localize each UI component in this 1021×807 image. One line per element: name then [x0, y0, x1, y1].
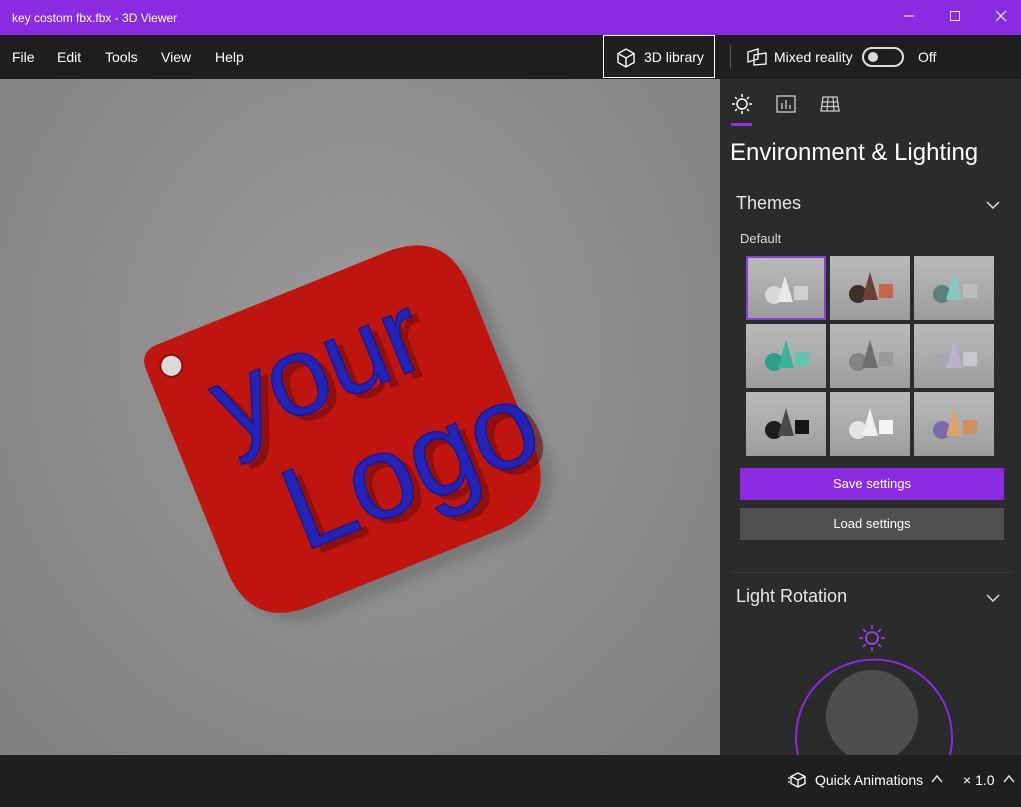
theme-thumbnail[interactable]	[830, 256, 910, 320]
theme-preview-image	[765, 408, 809, 439]
3d-library-button[interactable]: 3D library	[603, 35, 715, 78]
mixed-reality-state: Off	[918, 49, 937, 65]
save-settings-button[interactable]: Save settings	[740, 468, 1004, 500]
theme-thumbnail[interactable]	[914, 392, 994, 456]
light-rotation-sphere	[826, 670, 918, 755]
chevron-up-icon[interactable]	[1002, 773, 1016, 785]
themes-section-title[interactable]: Themes	[736, 193, 801, 214]
close-icon	[995, 10, 1007, 22]
theme-thumbnail[interactable]	[914, 256, 994, 320]
toggle-knob	[868, 52, 878, 62]
load-settings-button[interactable]: Load settings	[740, 508, 1004, 540]
settings-panel: Environment & Lighting Themes Default Sa…	[720, 79, 1021, 755]
3d-viewport[interactable]: your Logo your Logo	[0, 79, 720, 755]
theme-preview-image	[765, 276, 808, 304]
status-bar: Quick Animations × 1.0	[0, 755, 1021, 807]
maximize-icon	[950, 11, 960, 21]
light-rotation-section-title[interactable]: Light Rotation	[736, 586, 847, 607]
chevron-up-icon[interactable]	[930, 773, 944, 785]
active-tab-indicator	[731, 123, 752, 126]
theme-preview-image	[933, 340, 977, 371]
menu-help[interactable]: Help	[215, 49, 244, 65]
3d-library-label: 3D library	[644, 49, 704, 65]
theme-thumbnail[interactable]	[746, 392, 826, 456]
panel-title: Environment & Lighting	[730, 139, 979, 166]
mixed-reality-label: Mixed reality	[774, 49, 853, 65]
grid-tab-icon[interactable]	[819, 93, 841, 115]
mixed-reality-icon	[747, 48, 767, 66]
keychain-model: your Logo your Logo	[144, 245, 565, 622]
chevron-down-icon[interactable]	[985, 197, 1001, 213]
menu-bar: File Edit Tools View Help 3D library Mix…	[0, 35, 1021, 79]
minimize-button[interactable]	[898, 8, 920, 28]
theme-thumbnail[interactable]	[746, 324, 826, 388]
theme-preview-image	[933, 408, 977, 439]
toolbar-divider	[730, 45, 731, 69]
theme-thumbnail[interactable]	[746, 256, 826, 320]
light-rotation-control[interactable]	[780, 619, 964, 755]
chevron-down-icon[interactable]	[985, 590, 1001, 606]
menu-file[interactable]: File	[12, 49, 35, 65]
maximize-button[interactable]	[944, 8, 966, 28]
animation-speed[interactable]: × 1.0	[963, 772, 995, 788]
default-theme-label: Default	[740, 231, 782, 246]
section-divider	[732, 572, 1011, 573]
menu-edit[interactable]: Edit	[57, 49, 81, 65]
theme-thumbnail[interactable]	[830, 392, 910, 456]
quick-animations-button[interactable]: Quick Animations	[815, 772, 923, 788]
theme-preview-image	[933, 272, 977, 303]
theme-thumbnail[interactable]	[914, 324, 994, 388]
theme-preview-image	[849, 408, 893, 439]
mixed-reality-toggle[interactable]	[862, 47, 904, 67]
menu-view[interactable]: View	[161, 49, 191, 65]
close-button[interactable]	[990, 8, 1012, 28]
lighting-tab-icon[interactable]	[731, 93, 753, 115]
cube-icon	[617, 48, 635, 68]
theme-preview-image	[849, 272, 893, 303]
theme-preview-image	[849, 340, 893, 371]
window-title: key costom fbx.fbx - 3D Viewer	[12, 11, 178, 25]
stats-tab-icon[interactable]	[775, 93, 797, 115]
theme-preview-image	[765, 340, 809, 371]
minimize-icon	[904, 15, 914, 17]
sun-handle-icon[interactable]	[859, 625, 885, 651]
quick-animations-icon	[788, 772, 806, 788]
menu-tools[interactable]: Tools	[105, 49, 138, 65]
title-bar: key costom fbx.fbx - 3D Viewer	[0, 0, 1021, 35]
theme-thumbnail[interactable]	[830, 324, 910, 388]
